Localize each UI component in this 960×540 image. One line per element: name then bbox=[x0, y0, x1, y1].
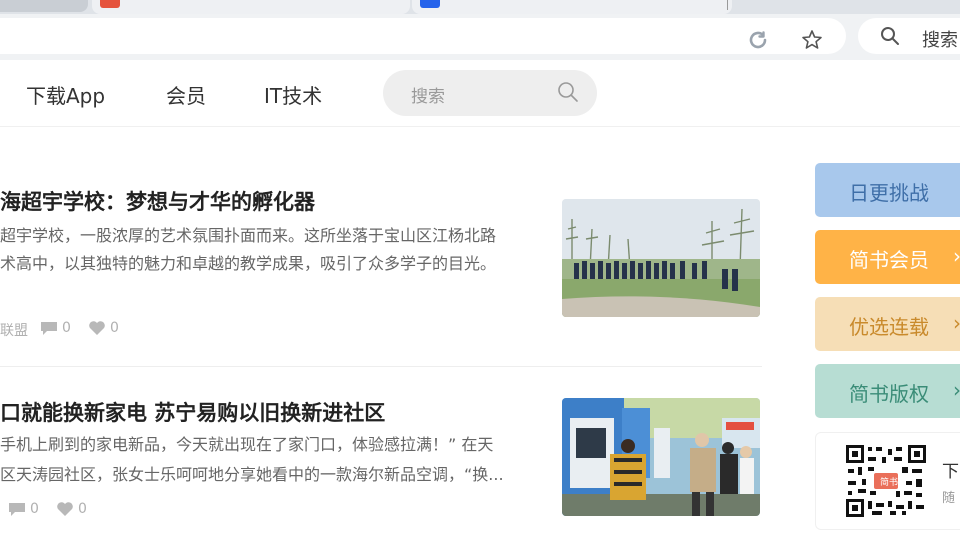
nav-it-tech[interactable]: IT技术 bbox=[264, 80, 322, 109]
search-icon bbox=[881, 27, 899, 45]
star-icon[interactable] bbox=[800, 28, 824, 52]
comment-count-value: 0 bbox=[30, 501, 39, 517]
tab-separator bbox=[727, 0, 728, 10]
article-meta: 0 0 bbox=[0, 501, 200, 521]
search-placeholder: 搜索 bbox=[411, 87, 445, 107]
article-item: 海超宇学校：梦想与才华的孵化器 超宇学校，一股浓厚的艺术氛围扑面而来。这所坐落于… bbox=[0, 126, 762, 366]
nav-membership[interactable]: 会员 bbox=[166, 80, 206, 109]
comment-count[interactable]: 0 bbox=[40, 320, 71, 336]
nav-download-app[interactable]: 下载App bbox=[26, 80, 105, 109]
site-header: 下载App 会员 IT技术 搜索 bbox=[0, 60, 960, 127]
article-item: 口就能换新家电 苏宁易购以旧换新进社区 手机上刷到的家电新品，今天就出现在了家门… bbox=[0, 367, 762, 537]
browser-search-label: 搜索 bbox=[922, 30, 958, 51]
article-abstract-line: 术高中，以其独特的魅力和卓越的教学成果，吸引了众多学子的目光。 bbox=[0, 254, 497, 273]
refresh-icon[interactable] bbox=[746, 28, 770, 52]
article-abstract-line: 超宇学校，一股浓厚的艺术氛围扑面而来。这所坐落于宝山区江杨北路 bbox=[0, 226, 497, 245]
like-count[interactable]: 0 bbox=[88, 320, 119, 336]
sidebar-button-label: 优选连载 bbox=[849, 315, 929, 339]
like-count-value: 0 bbox=[78, 501, 87, 517]
sidebar-button-label: 日更挑战 bbox=[849, 181, 929, 205]
browser-tab[interactable] bbox=[92, 0, 410, 14]
like-count[interactable]: 0 bbox=[56, 501, 87, 517]
browser-tab[interactable] bbox=[412, 0, 732, 14]
address-bar[interactable] bbox=[0, 18, 846, 54]
chevron-right-icon: › bbox=[953, 311, 960, 335]
chevron-right-icon: › bbox=[953, 378, 960, 402]
sidebar-button-label: 简书版权 bbox=[849, 382, 929, 406]
chevron-right-icon: › bbox=[953, 244, 960, 268]
qr-badge: 简书 bbox=[880, 478, 899, 488]
article-thumbnail[interactable] bbox=[562, 398, 760, 516]
like-count-value: 0 bbox=[110, 320, 119, 336]
download-subtitle: 随 bbox=[942, 491, 956, 506]
sidebar-button-label: 简书会员 bbox=[849, 248, 929, 272]
site-search-box[interactable]: 搜索 bbox=[383, 70, 597, 116]
comment-icon bbox=[41, 322, 57, 335]
article-meta: 联盟 0 0 bbox=[0, 320, 200, 340]
heart-icon bbox=[57, 502, 73, 516]
browser-toolbar: 搜索 bbox=[0, 14, 960, 60]
tab-favicon-icon bbox=[420, 0, 440, 8]
article-thumbnail[interactable] bbox=[562, 199, 760, 317]
browser-tab[interactable] bbox=[0, 0, 88, 12]
sidebar-daily-challenge-button[interactable]: 日更挑战 bbox=[815, 163, 960, 217]
article-title[interactable]: 海超宇学校：梦想与才华的孵化器 bbox=[0, 186, 315, 216]
article-source[interactable]: 联盟 bbox=[0, 320, 28, 340]
sidebar-membership-button[interactable]: 简书会员 › bbox=[815, 230, 960, 284]
heart-icon bbox=[89, 321, 105, 335]
download-app-card[interactable]: 简书 下 随 bbox=[815, 432, 960, 530]
comment-count[interactable]: 0 bbox=[8, 501, 39, 517]
browser-tab-strip bbox=[0, 0, 960, 14]
article-abstract-line: 区天涛园社区，张女士乐呵呵地分享她看中的一款海尔新品空调，“换... bbox=[0, 465, 504, 484]
sidebar-featured-series-button[interactable]: 优选连载 › bbox=[815, 297, 960, 351]
article-abstract-line: 手机上刷到的家电新品，今天就出现在了家门口，体验感拉满！” 在天 bbox=[0, 435, 494, 454]
sidebar-copyright-button[interactable]: 简书版权 › bbox=[815, 364, 960, 418]
comment-icon bbox=[9, 503, 25, 516]
comment-count-value: 0 bbox=[62, 320, 71, 336]
article-title[interactable]: 口就能换新家电 苏宁易购以旧换新进社区 bbox=[0, 397, 385, 427]
download-title: 下 bbox=[942, 462, 959, 482]
search-icon[interactable] bbox=[557, 81, 579, 103]
browser-search-box[interactable]: 搜索 bbox=[858, 18, 960, 54]
tab-favicon-icon bbox=[100, 0, 120, 8]
